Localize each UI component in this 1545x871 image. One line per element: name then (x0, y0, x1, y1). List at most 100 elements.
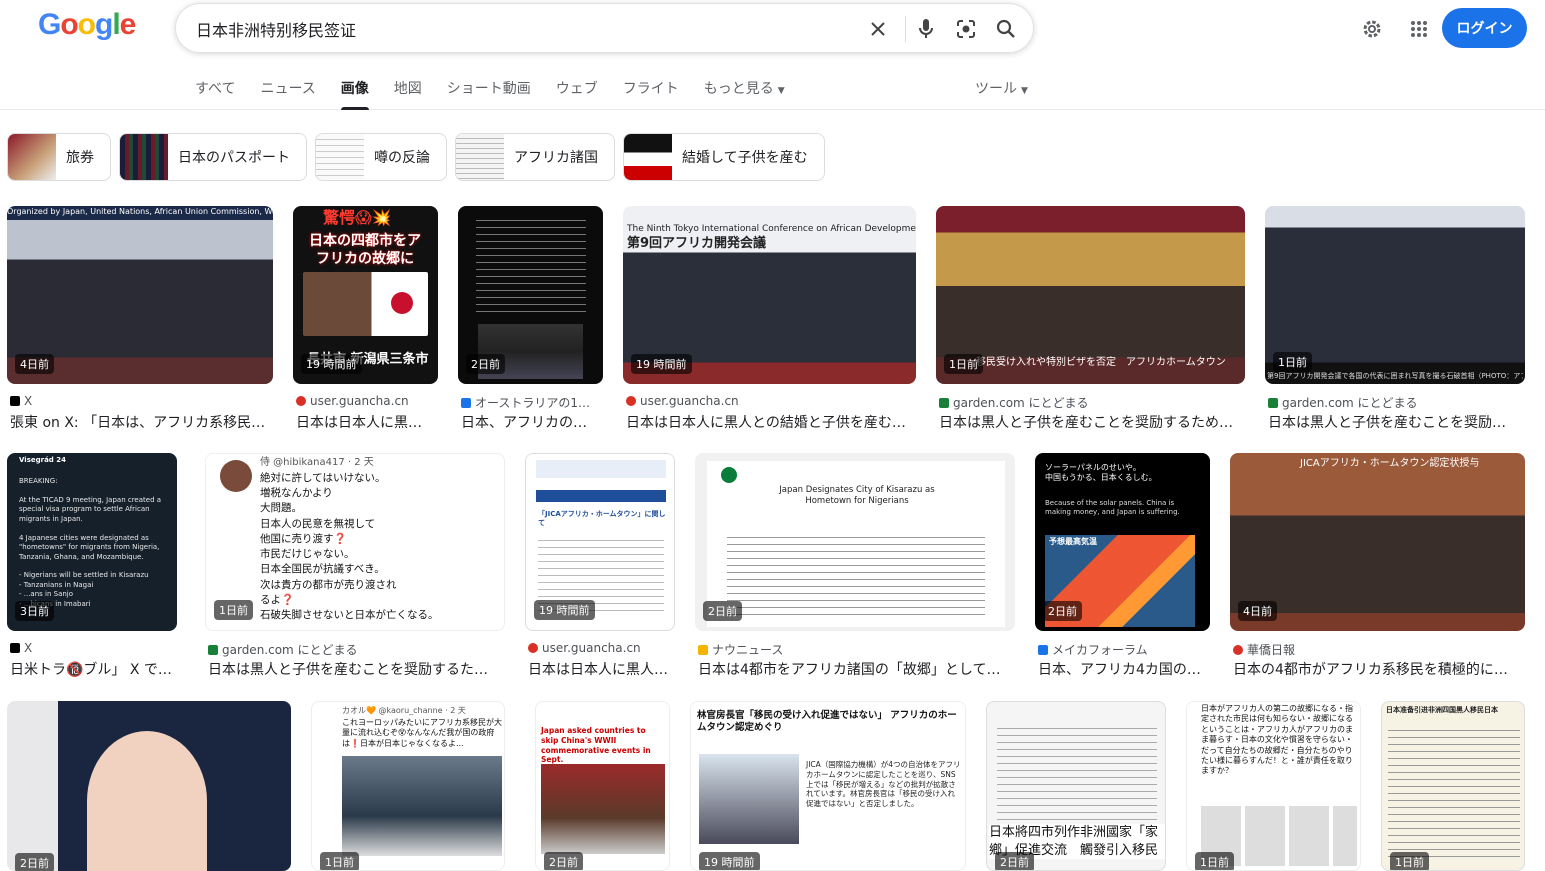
clear-icon[interactable] (862, 13, 894, 45)
result-title[interactable]: 日本は黒人と子供を産むことを奨励するため… (939, 412, 1244, 432)
image-result[interactable]: Japan asked countries to skip China's WW… (535, 701, 670, 871)
age-badge: 3日前 (15, 601, 54, 621)
result-image[interactable]: 驚愕😱💥 日本の四都市をアフリカの故郷に 長井市 新潟県三条市 19 時間前 (293, 206, 438, 384)
map-title: 予想最高気温 (1049, 537, 1097, 546)
result-title[interactable]: 日本、アフリカ4カ国の… (1038, 659, 1211, 679)
age-badge: 1日前 (944, 354, 983, 374)
chip-marry-have-children[interactable]: 結婚して子供を産む (623, 133, 825, 181)
result-image[interactable]: カオル🧡 @kaoru_channe · 2 天 これヨーロッパみたいにアフリカ… (311, 701, 505, 871)
result-image[interactable]: 侍 @hibikana417 · 2 天 絶対に許してはいけない。 増税なんかよ… (205, 453, 505, 631)
age-badge: 2日前 (703, 601, 742, 621)
chip-passport[interactable]: 旅券 (7, 133, 111, 181)
chip-thumbnail (316, 134, 364, 180)
image-title: Japan Designates City of Kisarazu as Hom… (779, 485, 935, 507)
image-header-bar (536, 460, 666, 478)
tools-menu[interactable]: ツール ▼ (975, 78, 1028, 98)
result-title[interactable]: 日本の4都市がアフリカ系移民を積極的に… (1233, 659, 1526, 679)
result-title[interactable]: 日米トラ🔞ブル」 X で… (10, 659, 178, 679)
chip-african-countries[interactable]: アフリカ諸国 (455, 133, 615, 181)
result-image[interactable]: Visegrád 24 BREAKING: At the TICAD 9 mee… (7, 453, 177, 631)
image-result[interactable]: JICAアフリカ・ホームタウン認定状授与 4日前 華僑日報 日本の4都市がアフリ… (1230, 453, 1525, 679)
result-image[interactable]: Japan asked countries to skip China's WW… (535, 701, 670, 871)
coat-of-arms-icon (721, 467, 737, 483)
image-result[interactable]: カオル🧡 @kaoru_channe · 2 天 これヨーロッパみたいにアフリカ… (311, 701, 505, 871)
result-image[interactable]: 第9回アフリカ開発会議で各国の代表に囲まれ写真を撮る石破首相（PHOTO：アフロ… (1265, 206, 1525, 384)
result-title[interactable]: 日本は黒人と子供を産むことを奨励… (1268, 412, 1524, 432)
result-image[interactable]: ソーラーパネルのせいや。 中国もうかる、日本くるしむ。 Because of t… (1035, 453, 1210, 631)
lens-icon[interactable] (950, 13, 982, 45)
result-title[interactable]: 日本は4都市をアフリカ諸国の「故郷」として… (698, 659, 1016, 679)
result-image[interactable]: The Ninth Tokyo International Conference… (623, 206, 916, 384)
source-favicon-icon (528, 643, 538, 653)
chip-japan-passport[interactable]: 日本のパスポート (119, 133, 307, 181)
result-image[interactable]: 林官房長官「移民の受け入れ促進ではない」 アフリカのホームタウン認定めぐり JI… (690, 701, 966, 871)
image-photo-area (342, 756, 502, 856)
search-tabs: すべて ニュース 画像 地図 ショート動画 ウェブ フライト もっと見る ▼ (195, 78, 810, 110)
image-result[interactable]: 日本准备引进非洲四国黑人移民日本 1日前 (1381, 701, 1525, 871)
image-result[interactable]: 第9回アフリカ開発会議で各国の代表に囲まれ写真を撮る石破首相（PHOTO：アフロ… (1265, 206, 1525, 432)
result-title[interactable]: 日本は黒人と子供を産むことを奨励するた… (208, 659, 506, 679)
image-result[interactable]: 驚愕😱💥 日本の四都市をアフリカの故郷に 長井市 新潟県三条市 19 時間前 u… (293, 206, 438, 432)
result-title[interactable]: 日本は日本人に黒人との結婚と子供を産む… (626, 412, 916, 432)
result-image[interactable]: JICAアフリカ・ホームタウン認定状授与 4日前 (1230, 453, 1525, 631)
age-badge: 1日前 (214, 600, 253, 620)
tab-images[interactable]: 画像 (340, 78, 369, 110)
tab-maps[interactable]: 地図 (394, 78, 422, 110)
image-result[interactable]: 移民受け入れや特別ビザを否定 アフリカホームタウン 1日前 garden.com… (936, 206, 1245, 432)
result-image[interactable]: 「JICAアフリカ・ホームタウン」に関して 19 時間前 (525, 453, 675, 631)
image-result[interactable]: Japan Designates City of Kisarazu as Hom… (695, 453, 1015, 679)
tab-all[interactable]: すべて (195, 78, 235, 110)
image-photo-area (87, 731, 207, 871)
result-source: オーストラリアの1… (461, 394, 606, 411)
microphone-icon[interactable] (910, 13, 942, 45)
image-photo-area (541, 764, 665, 854)
age-badge: 19 時間前 (301, 354, 362, 374)
image-result[interactable]: 2日前 (7, 701, 291, 871)
image-result[interactable]: The Ninth Tokyo International Conference… (623, 206, 916, 432)
result-title[interactable]: 日本は日本人に黒… (296, 412, 441, 432)
tab-more[interactable]: もっと見る ▼ (704, 78, 785, 110)
age-badge: 19 時間前 (699, 852, 760, 870)
result-image[interactable]: Organized by Japan, United Nations, Afri… (7, 206, 273, 384)
result-image[interactable]: 日本准备引进非洲四国黑人移民日本 1日前 (1381, 701, 1525, 871)
image-result[interactable]: Organized by Japan, United Nations, Afri… (7, 206, 273, 432)
tab-flights[interactable]: フライト (623, 78, 679, 110)
search-input[interactable] (196, 16, 856, 42)
chip-thumbnail (8, 134, 56, 180)
image-result[interactable]: 林官房長官「移民の受け入れ促進ではない」 アフリカのホームタウン認定めぐり JI… (690, 701, 966, 871)
result-source: メイカフォーラム (1038, 641, 1211, 658)
tab-short-videos[interactable]: ショート動画 (447, 78, 531, 110)
source-favicon-icon (698, 645, 708, 655)
search-icon[interactable] (990, 13, 1022, 45)
result-image[interactable]: 2日前 (7, 701, 291, 871)
result-title[interactable]: 張東 on X: 「日本は、アフリカ系移民… (10, 412, 272, 432)
image-result[interactable]: Visegrád 24 BREAKING: At the TICAD 9 mee… (7, 453, 177, 679)
login-button[interactable]: ログイン (1442, 8, 1527, 48)
result-source: X (10, 641, 178, 655)
image-result[interactable]: 「JICAアフリカ・ホームタウン」に関して 19 時間前 user.guanch… (525, 453, 675, 679)
tab-web[interactable]: ウェブ (556, 78, 598, 110)
google-logo[interactable]: Google (38, 8, 136, 42)
result-image[interactable]: 2日前 (458, 206, 603, 384)
result-title[interactable]: 日本は日本人に黒人… (528, 659, 676, 679)
tab-news[interactable]: ニュース (260, 78, 315, 110)
result-image[interactable]: Japan Designates City of Kisarazu as Hom… (695, 453, 1015, 631)
source-favicon-icon (296, 396, 306, 406)
age-badge: 4日前 (1238, 601, 1277, 621)
result-image[interactable]: 移民受け入れや特別ビザを否定 アフリカホームタウン 1日前 (936, 206, 1245, 384)
image-result[interactable]: 2日前 オーストラリアの1… 日本、アフリカの… (458, 206, 603, 432)
image-result[interactable]: 侍 @hibikana417 · 2 天 絶対に許してはいけない。 増税なんかよ… (205, 453, 505, 679)
chip-rumor-rebuttal[interactable]: 噂の反論 (315, 133, 447, 181)
source-favicon-icon (208, 645, 218, 655)
result-title[interactable]: 日本、アフリカの… (461, 412, 606, 432)
image-result[interactable]: ソーラーパネルのせいや。 中国もうかる、日本くるしむ。 Because of t… (1035, 453, 1210, 679)
source-favicon-icon (461, 398, 471, 408)
image-result[interactable]: 日本がアフリカ人の第二の故郷になる・指定された市民は何も知らない・故郷になるとい… (1186, 701, 1361, 871)
result-image[interactable]: 日本將四市列作非洲國家「家鄉」促進交流 觸發引入移民 2日前 (986, 701, 1166, 871)
apps-grid-icon[interactable] (1402, 12, 1436, 46)
settings-gear-icon[interactable] (1355, 12, 1389, 46)
chip-thumbnail (120, 134, 168, 180)
result-image[interactable]: 日本がアフリカ人の第二の故郷になる・指定された市民は何も知らない・故郷になるとい… (1186, 701, 1361, 871)
age-badge: 1日前 (1273, 352, 1312, 372)
image-result[interactable]: 日本將四市列作非洲國家「家鄉」促進交流 觸發引入移民 2日前 (986, 701, 1166, 871)
